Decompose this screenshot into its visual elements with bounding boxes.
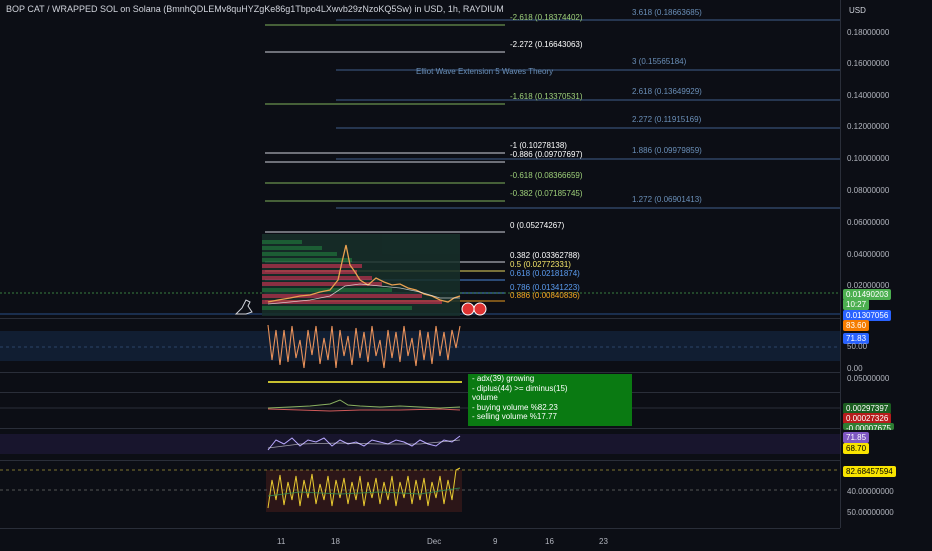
time-label: Dec: [427, 537, 442, 546]
price-tick: 0.16000000: [847, 59, 890, 68]
fib-label: -1 (0.10278138): [510, 141, 567, 150]
time-axis[interactable]: 11 18 Dec 9 16 23: [0, 528, 840, 551]
ind1-value-tag: 83.60: [843, 320, 870, 331]
fib-label: 0.382 (0.03362788): [510, 251, 580, 260]
main-chart-svg: [0, 19, 840, 512]
fib-label-right: 1.886 (0.09979859): [632, 146, 702, 155]
fib-label: -0.382 (0.07185745): [510, 189, 583, 198]
fib-label: 0.886 (0.00840836): [510, 291, 580, 300]
fib-label: -1.618 (0.13370531): [510, 92, 583, 101]
ind3-value-tag: -0.00007675: [843, 423, 894, 430]
fib-label: -2.272 (0.16643063): [510, 40, 583, 49]
ind4-value-tag: 68.70: [843, 443, 870, 454]
countdown-tag: 10:27: [843, 299, 870, 310]
elliot-wave-label: Elliot Wave Extension 5 Waves Theory: [416, 67, 554, 76]
price-tick: 0.08000000: [847, 186, 890, 195]
ind2-tick: 0.05000000: [847, 374, 890, 383]
fib-label: -0.886 (0.09707697): [510, 150, 583, 159]
time-label: 18: [331, 537, 340, 546]
fib-label: 0 (0.05274267): [510, 221, 565, 230]
fib-label-right: 3.618 (0.18663685): [632, 8, 702, 17]
time-label: 11: [277, 537, 286, 546]
price-tick: 0.06000000: [847, 218, 890, 227]
price-tick: 0.18000000: [847, 28, 890, 37]
note-line: - adx(39) growing: [472, 374, 535, 383]
price-tick: 0.14000000: [847, 91, 890, 100]
fib-lines-right: [336, 19, 840, 209]
note-line: - diplus(44) >= diminus(15): [472, 383, 568, 393]
ind5-value-tag: 82.68457594: [843, 466, 896, 477]
currency-label[interactable]: USD: [849, 6, 866, 15]
fib-label-right: 2.618 (0.13649929): [632, 87, 702, 96]
fib-label-right: 1.272 (0.06901413): [632, 195, 702, 204]
time-label: 16: [545, 537, 554, 546]
fib-label: -2.618 (0.18374402): [510, 13, 583, 22]
price-tick: 0.10000000: [847, 154, 890, 163]
fib-label: 0.5 (0.02772331): [510, 260, 571, 269]
price-tick: 0.04000000: [847, 250, 890, 259]
time-label: 9: [493, 537, 498, 546]
fib-label: -0.618 (0.08366659): [510, 171, 583, 180]
strategy-note: - adx(39) growing - diplus(44) >= diminu…: [468, 374, 632, 426]
fib-label: 0.618 (0.02181874): [510, 269, 580, 278]
note-line: - selling volume %17.77: [472, 412, 557, 421]
fib-label-right: 2.272 (0.11915169): [632, 115, 702, 124]
fib-label-right: 3 (0.15565184): [632, 57, 687, 66]
ind4-value-tag: 71.85: [843, 432, 870, 443]
chart-area[interactable]: BOP CAT / WRAPPED SOL on Solana (BmnhQDL…: [0, 0, 840, 528]
ind5-tick: 40.00000000: [847, 487, 894, 496]
price-tick: 0.12000000: [847, 122, 890, 131]
ind2-tick: 0.00: [847, 364, 863, 373]
ind5-tick: 50.00000000: [847, 508, 894, 517]
volume-profile: [262, 234, 460, 316]
price-scale[interactable]: USD 0.18000000 0.16000000 0.14000000 0.1…: [840, 0, 932, 528]
note-line: volume: [472, 393, 498, 402]
note-line: - buying volume %82.23: [472, 402, 558, 412]
ind1-tick: 50.00: [847, 342, 868, 351]
time-label: 23: [599, 537, 608, 546]
